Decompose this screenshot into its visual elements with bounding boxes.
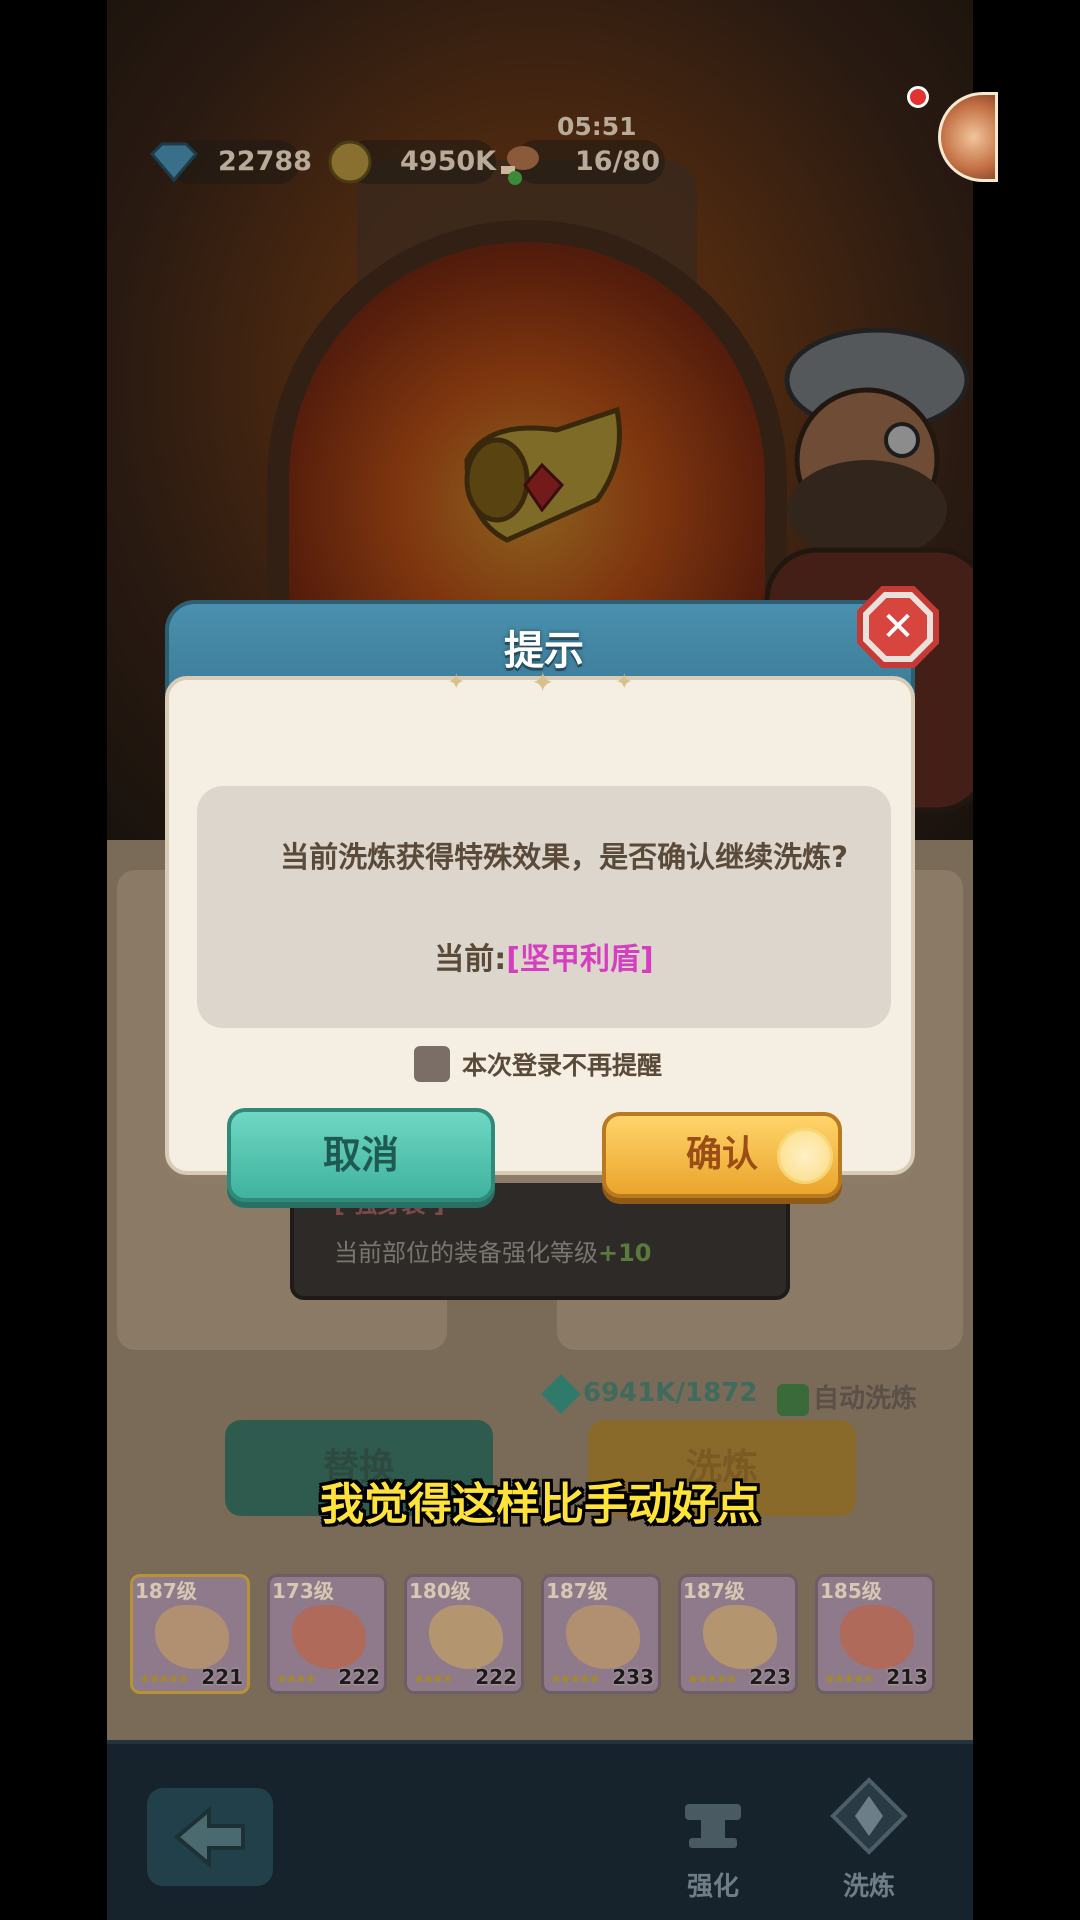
- star-rating: ★★★★: [276, 1672, 317, 1687]
- dialog-message: 当前洗炼获得特殊效果，是否确认继续洗炼?: [280, 840, 848, 874]
- confirm-dialog: 提示 ✦ ✦ ✦ 当前洗炼获得特殊效果，是否确认继续洗炼? 当前:[坚甲利盾] …: [165, 586, 939, 1202]
- message-box: 当前洗炼获得特殊效果，是否确认继续洗炼? 当前:[坚甲利盾]: [197, 786, 891, 1028]
- refine-cost: 6941K/1872: [541, 1373, 757, 1414]
- resource-bar: 22788 4950K 16/80: [149, 140, 790, 185]
- tap-indicator: [777, 1128, 833, 1184]
- refine-stone-icon: [541, 1373, 581, 1414]
- star-rating: ★★★★: [413, 1672, 454, 1687]
- auto-refine-checkbox[interactable]: [777, 1383, 809, 1416]
- dont-remind-checkbox[interactable]: [414, 1046, 450, 1082]
- sparkle-icon: ✦: [615, 670, 634, 695]
- sparkle-icon: ✦: [447, 670, 466, 695]
- current-effect: 当前:[坚甲利盾]: [434, 942, 654, 977]
- equipment-slot[interactable]: 185级 ★★★★★ 213: [815, 1574, 935, 1694]
- equipment-slot[interactable]: 173级 ★★★★ 222: [267, 1574, 387, 1694]
- gold-coin-icon: [328, 140, 372, 184]
- current-effect-value: [坚甲利盾]: [506, 942, 654, 977]
- anvil-icon: [685, 1804, 741, 1848]
- arrow-left-icon: [173, 1805, 245, 1869]
- effect-description: 当前部位的装备强化等级+10: [334, 1239, 652, 1267]
- star-rating: ★★★★★: [687, 1672, 737, 1687]
- equipment-slot[interactable]: 187级 ★★★★★ 223: [678, 1574, 798, 1694]
- stamina-timer: 05:51: [557, 112, 637, 141]
- star-rating: ★★★★★: [550, 1672, 600, 1687]
- close-button-ring: ✕: [863, 592, 933, 662]
- stamina-counter: 16/80: [501, 140, 665, 185]
- star-rating: ★★★★★: [139, 1672, 189, 1687]
- crystal-icon: [830, 1777, 908, 1855]
- auto-refine-toggle[interactable]: 自动洗炼: [777, 1378, 917, 1416]
- cancel-button[interactable]: 取消: [227, 1108, 495, 1202]
- close-icon: ✕: [869, 598, 927, 656]
- equipment-slot[interactable]: 187级 ★★★★★ 221: [130, 1574, 250, 1694]
- equipment-list: 187级 ★★★★★ 221 173级 ★★★★ 222 180级 ★★★★ 222 187…: [130, 1574, 950, 1694]
- gem-counter: 22788: [149, 140, 312, 184]
- notification-dot: [907, 86, 929, 108]
- diamond-icon: [149, 142, 199, 183]
- sparkle-icon: ✦: [531, 666, 555, 699]
- equipment-slot[interactable]: 187级 ★★★★★ 233: [541, 1574, 661, 1694]
- dont-remind-option[interactable]: 本次登录不再提醒: [414, 1046, 662, 1084]
- drumstick-icon: [501, 146, 539, 185]
- back-button[interactable]: [147, 1788, 273, 1886]
- tab-enhance[interactable]: 强化: [653, 1774, 773, 1914]
- dialog-body: ✦ ✦ ✦ 当前洗炼获得特殊效果，是否确认继续洗炼? 当前:[坚甲利盾] 本次登…: [165, 666, 915, 1202]
- tab-refine[interactable]: 洗炼: [809, 1774, 929, 1914]
- star-rating: ★★★★★: [824, 1672, 874, 1687]
- gold-counter: 4950K: [328, 140, 496, 184]
- video-subtitle: 我觉得这样比手动好点: [320, 1479, 760, 1530]
- bottom-nav: 强化 洗炼: [107, 1740, 973, 1920]
- equipment-slot[interactable]: 180级 ★★★★ 222: [404, 1574, 524, 1694]
